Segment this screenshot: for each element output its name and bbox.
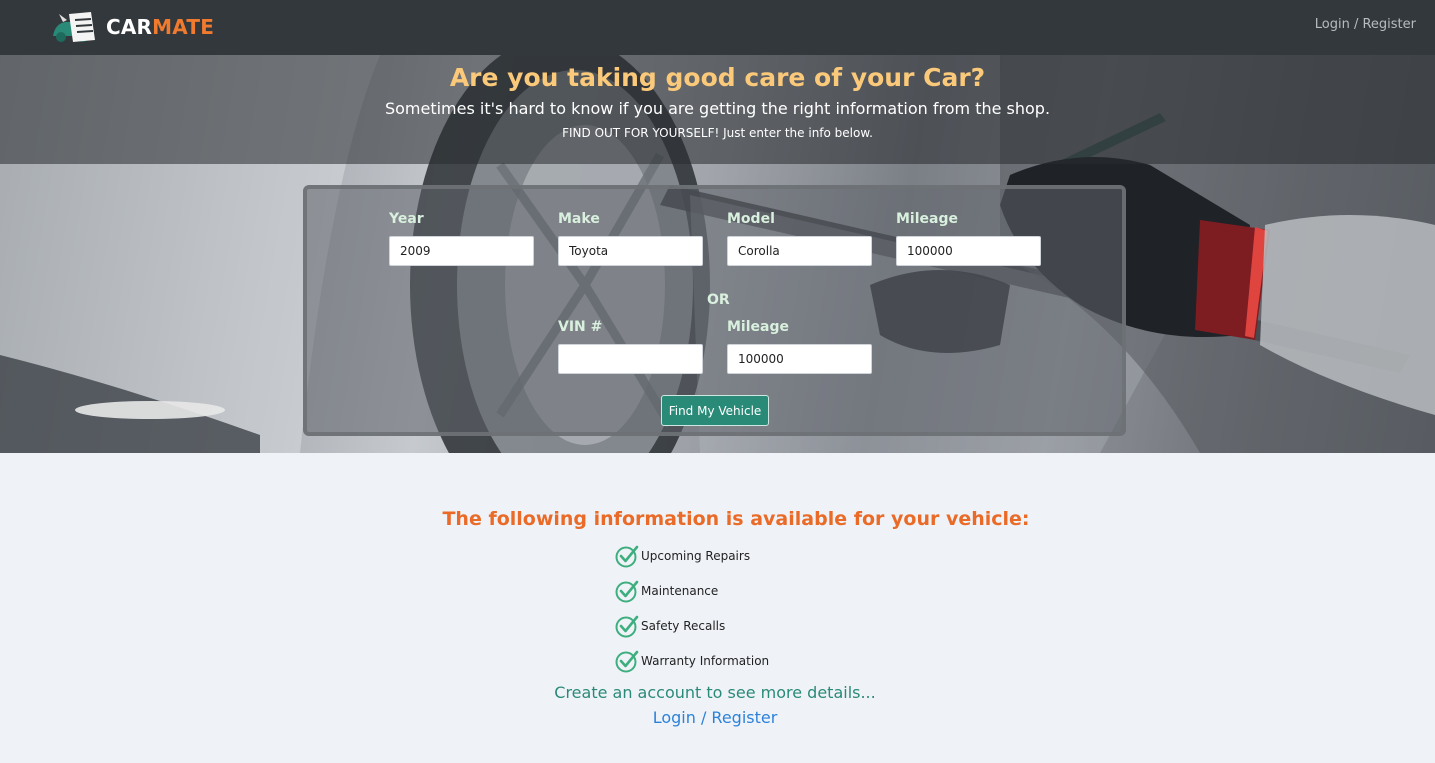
feature-label: Maintenance [641,584,719,598]
nav-login-register-link[interactable]: Login / Register [1315,17,1416,32]
cta-link-container: Login / Register [0,708,1430,727]
brand-name: CARMATE [106,15,214,39]
vin-label: VIN # [558,319,603,335]
model-label: Model [727,211,775,227]
year-label: Year [389,211,424,227]
carmate-logo-icon [53,12,95,42]
make-label: Make [558,211,600,227]
mileage-label: Mileage [896,211,958,227]
hero-subtitle: Sometimes it's hard to know if you are g… [384,99,1051,118]
vin-input[interactable] [558,344,703,374]
hero-instruction: FIND OUT FOR YOURSELF! Just enter the in… [562,126,873,140]
checkmark-circle-icon [615,545,639,568]
brand-name-part1: CAR [106,15,153,39]
checkmark-circle-icon [615,615,639,638]
brand-name-part2: MATE [152,15,215,39]
info-title: The following information is available f… [442,508,1030,530]
feature-item: Maintenance [615,579,718,603]
feature-item: Warranty Information [615,649,769,673]
hero-section: Are you taking good care of your Car? So… [0,55,1435,453]
mileage-input[interactable] [896,236,1041,266]
feature-item: Upcoming Repairs [615,544,750,568]
vin-mileage-input[interactable] [727,344,872,374]
checkmark-circle-icon [615,650,639,673]
hero-banner: Are you taking good care of your Car? So… [0,55,1435,164]
feature-label: Safety Recalls [641,619,726,633]
or-divider-label: OR [707,292,730,308]
create-account-prompt: Create an account to see more details... [554,683,876,702]
year-input[interactable] [389,236,534,266]
hero-title: Are you taking good care of your Car? [449,63,986,92]
feature-label: Upcoming Repairs [641,549,751,563]
feature-label: Warranty Information [641,654,770,668]
vehicle-search-form: Year Make Model Mileage OR VIN # Mileage… [303,185,1126,436]
checkmark-circle-icon [615,580,639,603]
login-register-link[interactable]: Login / Register [653,708,778,727]
model-input[interactable] [727,236,872,266]
feature-item: Safety Recalls [615,614,725,638]
navbar: CARMATE Login / Register [0,0,1435,55]
find-my-vehicle-button[interactable]: Find My Vehicle [661,395,769,426]
brand-logo[interactable]: CARMATE [51,9,214,45]
vin-mileage-label: Mileage [727,319,789,335]
make-input[interactable] [558,236,703,266]
